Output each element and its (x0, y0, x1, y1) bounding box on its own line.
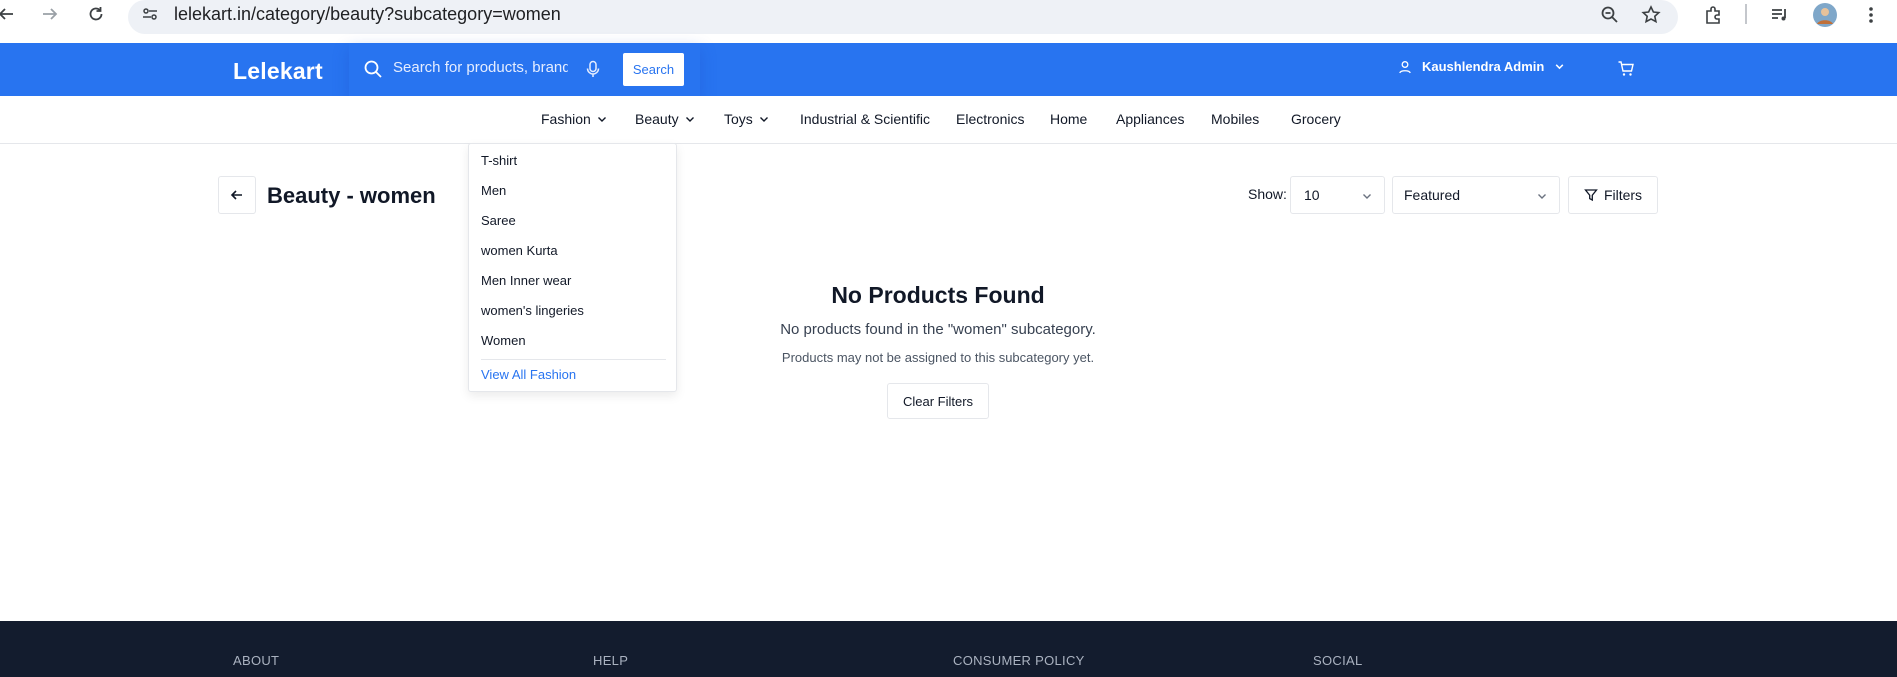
fashion-dropdown-menu: T-shirt Men Saree women Kurta Men Inner … (468, 143, 677, 392)
items-per-page-select[interactable]: 10 (1290, 176, 1385, 214)
category-fashion[interactable]: Fashion (541, 111, 607, 127)
category-label: Fashion (541, 111, 591, 127)
user-name: Kaushlendra Admin (1422, 59, 1545, 74)
footer-heading-social: SOCIAL (1313, 653, 1363, 668)
dropdown-item-saree[interactable]: Saree (481, 213, 516, 228)
user-menu[interactable]: Kaushlendra Admin (1398, 59, 1565, 74)
sort-value: Featured (1404, 187, 1461, 203)
reload-icon[interactable] (82, 0, 110, 28)
category-mobiles[interactable]: Mobiles (1211, 111, 1259, 127)
category-industrial-scientific[interactable]: Industrial & Scientific (800, 111, 930, 127)
bookmark-star-icon[interactable] (1638, 2, 1664, 28)
category-label: Electronics (956, 111, 1025, 127)
zoom-icon[interactable] (1597, 2, 1623, 28)
filters-label: Filters (1603, 187, 1643, 203)
back-arrow-icon[interactable] (0, 0, 20, 28)
dropdown-item-womens-lingeries[interactable]: women's lingeries (481, 303, 584, 318)
category-label: Grocery (1291, 111, 1341, 127)
dropdown-item-women-kurta[interactable]: women Kurta (481, 243, 558, 258)
category-toys[interactable]: Toys (724, 111, 769, 127)
site-footer: ABOUT HELP CONSUMER POLICY SOCIAL (0, 621, 1897, 677)
sort-select[interactable]: Featured (1392, 176, 1560, 214)
footer-heading-help: HELP (593, 653, 629, 668)
category-nav: Fashion Beauty Toys Industrial & Scienti… (0, 96, 1897, 144)
browser-menu-icon[interactable] (1858, 2, 1884, 28)
url-text[interactable]: lelekart.in/category/beauty?subcategory=… (174, 4, 561, 25)
search-button[interactable]: Search (623, 53, 684, 86)
chevron-down-icon (759, 117, 768, 122)
dropdown-item-women[interactable]: Women (481, 333, 526, 348)
dropdown-item-men[interactable]: Men (481, 183, 506, 198)
cart-icon[interactable] (1617, 60, 1635, 78)
profile-avatar-icon[interactable] (1812, 2, 1838, 28)
category-beauty[interactable]: Beauty (635, 111, 695, 127)
empty-state-message: No products found in the "women" subcate… (780, 321, 1096, 338)
empty-state-title: No Products Found (831, 282, 1045, 308)
forward-arrow-icon[interactable] (36, 0, 64, 28)
footer-heading-about: ABOUT (233, 653, 280, 668)
filters-button[interactable]: Filters (1568, 176, 1658, 214)
category-label: Home (1050, 111, 1088, 127)
filter-icon (1584, 189, 1598, 202)
items-per-page-value: 10 (1304, 187, 1320, 203)
site-settings-icon[interactable] (136, 0, 164, 28)
category-label: Toys (724, 111, 753, 127)
category-label: Beauty (635, 111, 679, 127)
toolbar-divider (1745, 4, 1747, 24)
site-logo[interactable]: Lelekart (233, 58, 323, 85)
search-icon (364, 60, 382, 78)
user-icon (1399, 60, 1411, 73)
site-header: Lelekart Search Kaushlendra Admin (0, 43, 1897, 96)
back-button[interactable] (218, 176, 256, 214)
page-title: Beauty - women (267, 183, 436, 208)
media-queue-icon[interactable] (1767, 2, 1793, 28)
empty-state-subtext: Products may not be assigned to this sub… (781, 350, 1095, 365)
category-label: Mobiles (1211, 111, 1260, 127)
category-home[interactable]: Home (1050, 111, 1087, 127)
footer-heading-consumer-policy: CONSUMER POLICY (953, 653, 1085, 668)
dropdown-divider (481, 359, 666, 360)
category-label: Appliances (1116, 111, 1185, 127)
browser-toolbar: lelekart.in/category/beauty?subcategory=… (0, 0, 1897, 42)
dropdown-item-men-inner-wear[interactable]: Men Inner wear (481, 273, 571, 288)
chevron-down-icon (1363, 194, 1371, 199)
category-electronics[interactable]: Electronics (956, 111, 1024, 127)
show-label: Show: (1248, 186, 1287, 202)
clear-filters-button[interactable]: Clear Filters (887, 383, 989, 419)
category-label: Industrial & Scientific (800, 111, 930, 127)
category-appliances[interactable]: Appliances (1116, 111, 1185, 127)
dropdown-item-t-shirt[interactable]: T-shirt (481, 153, 517, 168)
search-input[interactable] (393, 59, 568, 76)
view-all-fashion-link[interactable]: View All Fashion (481, 367, 576, 382)
microphone-icon[interactable] (584, 60, 602, 78)
chevron-down-icon (1555, 64, 1564, 70)
chevron-down-icon (1538, 194, 1546, 199)
category-grocery[interactable]: Grocery (1291, 111, 1341, 127)
arrow-left-icon (230, 190, 242, 200)
search-bar: Search (349, 43, 700, 96)
chevron-down-icon (597, 117, 606, 122)
chevron-down-icon (685, 117, 694, 122)
extensions-icon[interactable] (1700, 2, 1726, 28)
